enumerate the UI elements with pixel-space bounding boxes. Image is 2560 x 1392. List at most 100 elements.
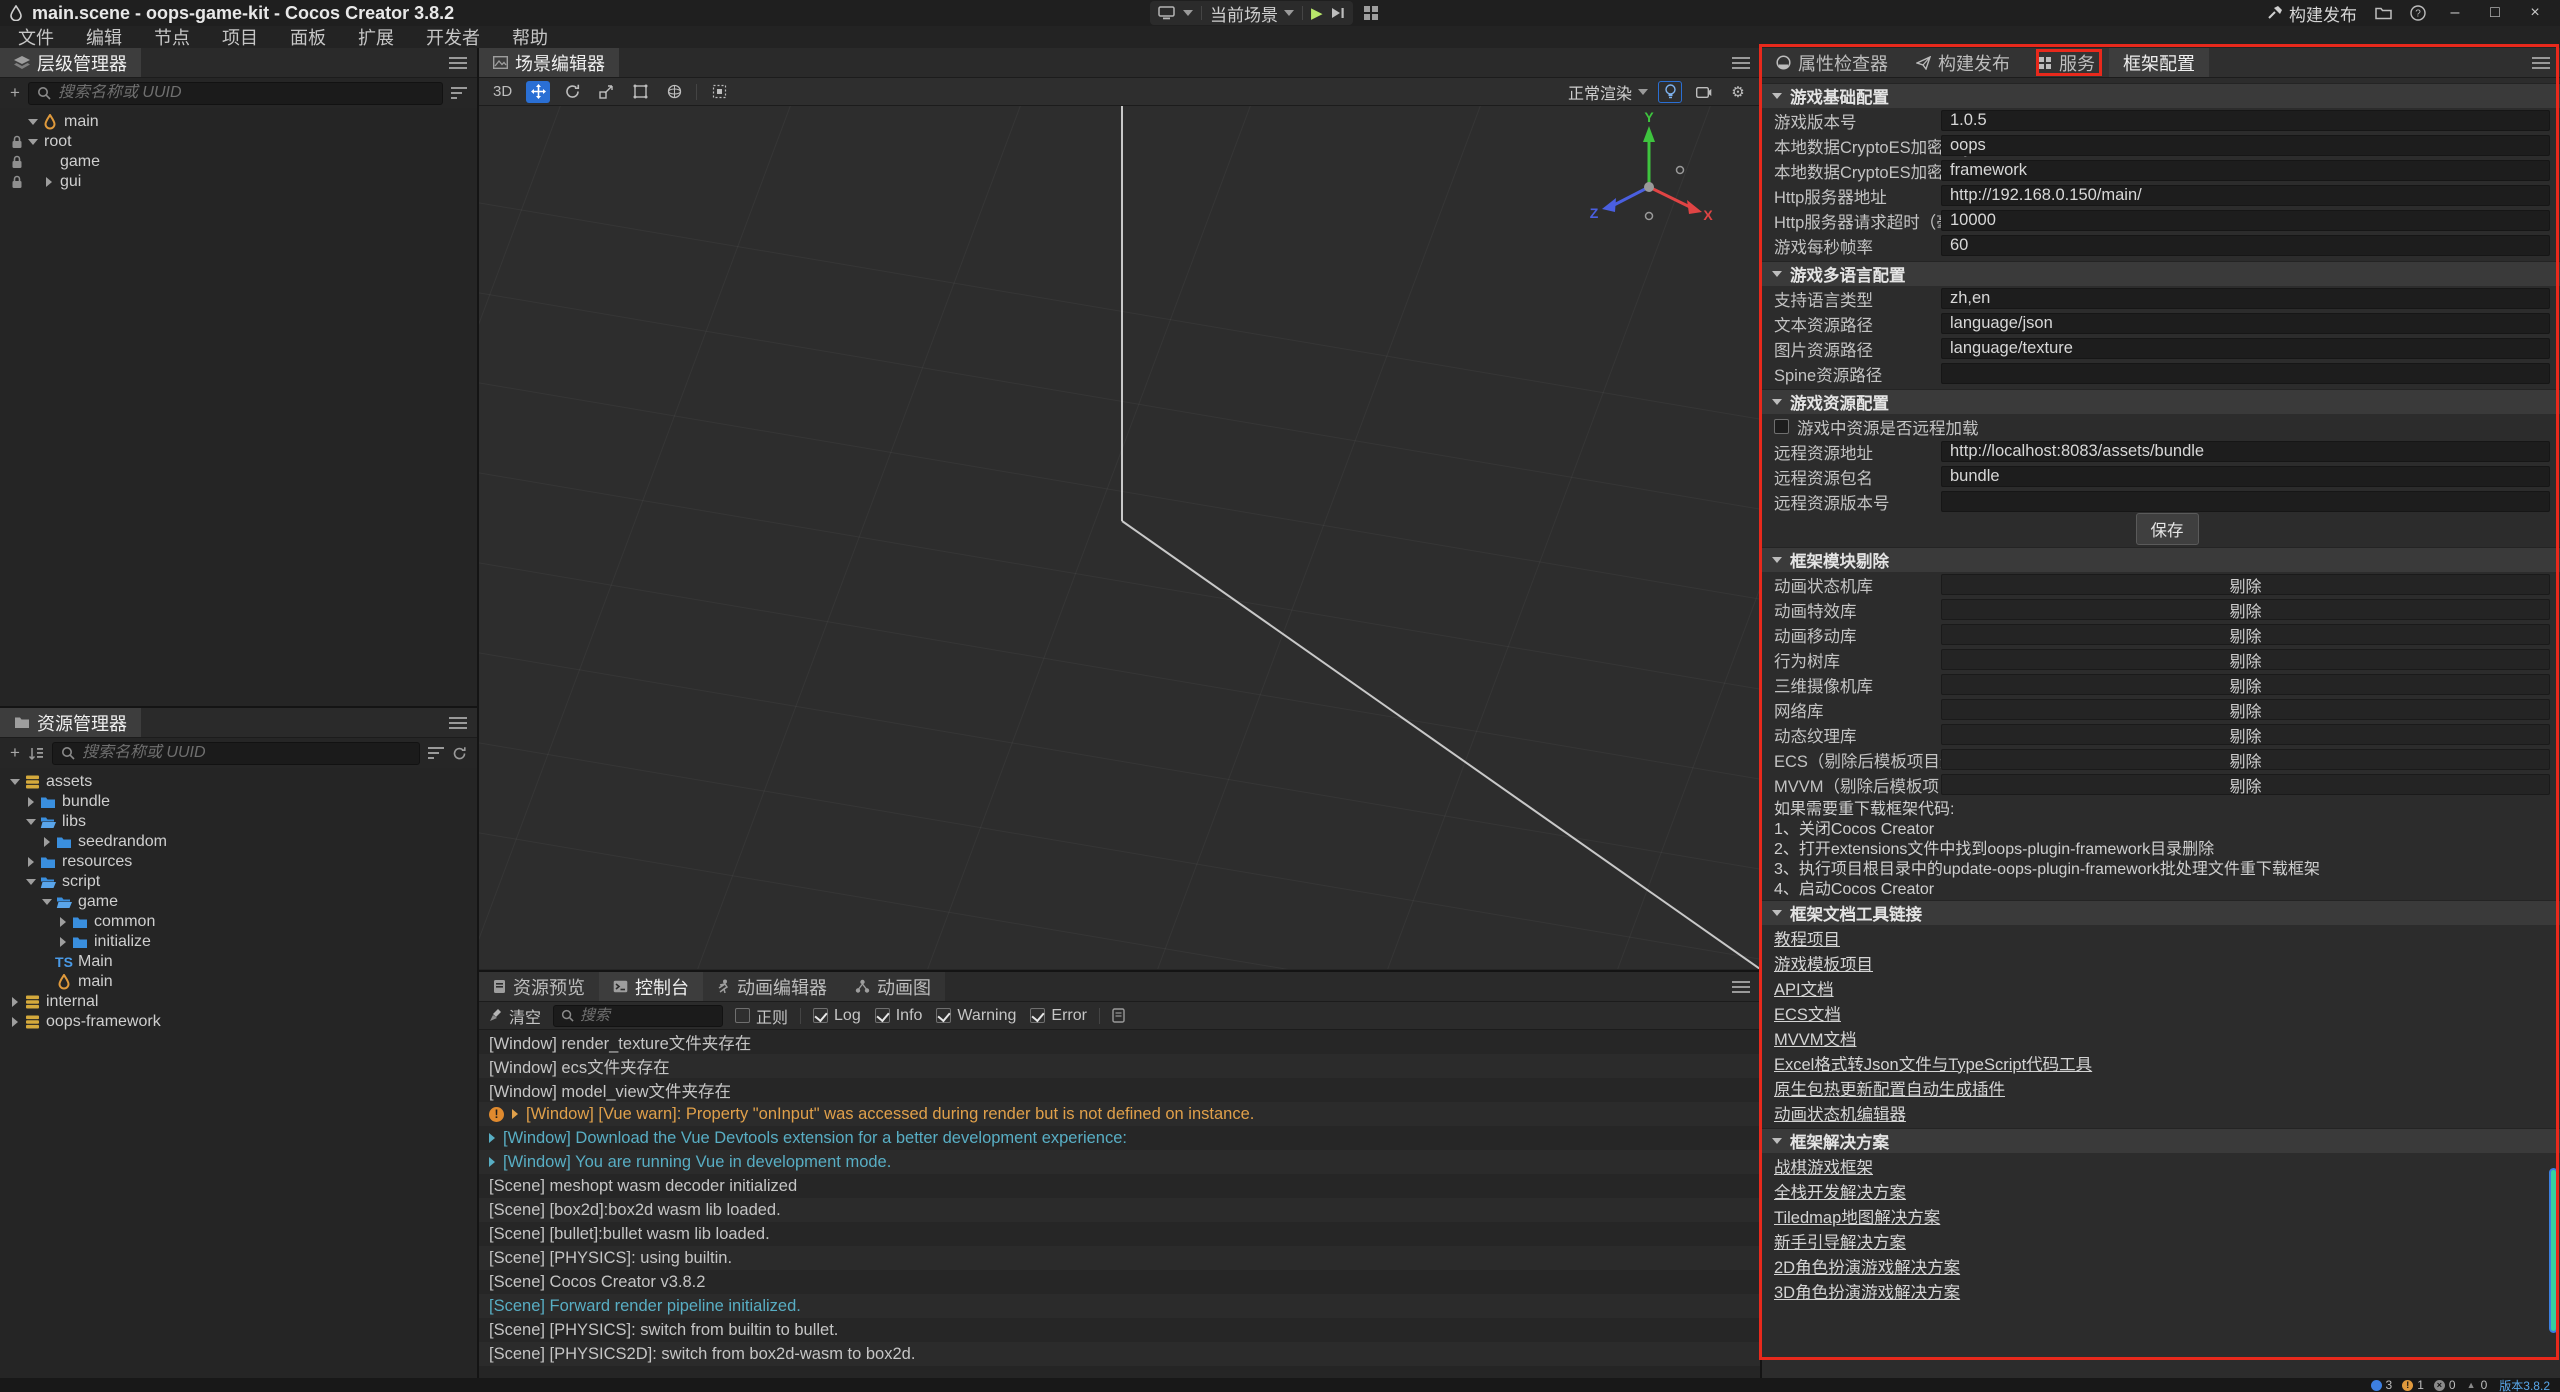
doc-link[interactable]: 原生包热更新配置自动生成插件 — [1774, 1076, 2005, 1100]
sort-icon[interactable] — [28, 747, 44, 760]
chevron-down-icon[interactable] — [24, 819, 38, 825]
chevron-down-icon[interactable] — [26, 119, 40, 125]
menu-item-4[interactable]: 面板 — [278, 24, 338, 50]
chevron-right-icon[interactable] — [24, 797, 38, 807]
menu-item-7[interactable]: 帮助 — [500, 24, 560, 50]
expand-icon[interactable] — [512, 1109, 518, 1119]
doc-link[interactable]: 战棋游戏框架 — [1774, 1154, 1873, 1178]
console-message[interactable]: [Window] render_texture文件夹存在 — [479, 1030, 1760, 1054]
console-message[interactable]: [Scene] Cocos Creator v3.8.2 — [479, 1270, 1760, 1294]
tab-framework-config[interactable]: 框架配置 — [2109, 48, 2209, 77]
assets-tree-row[interactable]: internal — [0, 992, 477, 1012]
tab-inspector-2[interactable]: 服务 — [2024, 48, 2109, 77]
section-header[interactable]: 框架文档工具链接 — [1762, 900, 2560, 925]
assets-tree-row[interactable]: script — [0, 872, 477, 892]
hierarchy-tree-row[interactable]: root — [0, 132, 477, 152]
remote-load-checkbox[interactable] — [1774, 419, 1789, 434]
scale-tool-button[interactable] — [594, 81, 618, 103]
section-header[interactable]: 游戏基础配置 — [1762, 83, 2560, 108]
assets-tree-row[interactable]: libs — [0, 812, 477, 832]
config-input[interactable] — [1941, 338, 2550, 359]
doc-link[interactable]: MVVM文档 — [1774, 1026, 1857, 1050]
doc-link[interactable]: 新手引导解决方案 — [1774, 1229, 1906, 1253]
section-header[interactable]: 游戏资源配置 — [1762, 389, 2560, 414]
console-message[interactable]: [Scene] [PHYSICS]: switch from builtin t… — [479, 1318, 1760, 1342]
assets-search-input[interactable] — [82, 744, 411, 762]
build-publish-button[interactable]: 构建发布 — [2267, 1, 2357, 26]
hierarchy-tree-row[interactable]: game — [0, 152, 477, 172]
filter-error[interactable]: Error — [1030, 1007, 1087, 1025]
chevron-right-icon[interactable] — [8, 1017, 22, 1027]
chevron-right-icon[interactable] — [40, 837, 54, 847]
remove-button[interactable]: 剔除 — [2229, 598, 2261, 622]
assets-tree-row[interactable]: game — [0, 892, 477, 912]
console-message[interactable]: [Scene] meshopt wasm decoder initialized — [479, 1174, 1760, 1198]
tab-assets[interactable]: 资源管理器 — [0, 708, 141, 737]
filter-checkbox[interactable] — [1030, 1008, 1045, 1023]
filter-warning[interactable]: Warning — [936, 1007, 1016, 1025]
config-input[interactable] — [1941, 210, 2550, 231]
add-node-button[interactable]: + — [10, 83, 20, 103]
chevron-right-icon[interactable] — [56, 917, 70, 927]
add-asset-button[interactable]: + — [10, 743, 20, 763]
doc-link[interactable]: 教程项目 — [1774, 926, 1840, 950]
config-input[interactable] — [1941, 313, 2550, 334]
close-button[interactable]: × — [2524, 4, 2546, 22]
config-input[interactable] — [1941, 110, 2550, 131]
chevron-down-icon[interactable] — [8, 779, 22, 785]
status-notice[interactable]: ▲0 — [2466, 1378, 2488, 1392]
console-message[interactable]: [Scene] [PHYSICS]: using builtin. — [479, 1246, 1760, 1270]
render-mode-dropdown[interactable]: 正常渲染 — [1568, 80, 1648, 104]
play-button[interactable]: ▶ — [1311, 4, 1323, 22]
assets-tree-row[interactable]: TSMain — [0, 952, 477, 972]
console-message[interactable]: [Window] You are running Vue in developm… — [479, 1150, 1760, 1174]
console-message[interactable]: [Scene] [bullet]:bullet wasm lib loaded. — [479, 1222, 1760, 1246]
status-warning[interactable]: !1 — [2402, 1378, 2424, 1392]
doc-link[interactable]: 全栈开发解决方案 — [1774, 1179, 1906, 1203]
tab-console-3[interactable]: 动画图 — [841, 972, 945, 1001]
config-input[interactable] — [1941, 491, 2550, 512]
config-input[interactable] — [1941, 466, 2550, 487]
console-message[interactable]: [Scene] [PHYSICS2D]: switch from box2d-w… — [479, 1342, 1760, 1366]
refresh-icon[interactable] — [452, 746, 467, 761]
doc-link[interactable]: 3D角色扮演游戏解决方案 — [1774, 1279, 1960, 1303]
hierarchy-search-input[interactable] — [58, 84, 434, 102]
doc-link[interactable]: Excel格式转Json文件与TypeScript代码工具 — [1774, 1051, 2092, 1075]
panel-menu-icon[interactable] — [2532, 57, 2550, 69]
chevron-right-icon[interactable] — [24, 857, 38, 867]
save-button[interactable]: 保存 — [2136, 513, 2199, 545]
light-toggle-button[interactable] — [1658, 81, 1682, 103]
filter-icon[interactable] — [451, 87, 467, 99]
config-input[interactable] — [1941, 441, 2550, 462]
section-header[interactable]: 框架模块剔除 — [1762, 547, 2560, 572]
chevron-down-icon[interactable] — [40, 899, 54, 905]
section-header[interactable]: 游戏多语言配置 — [1762, 261, 2560, 286]
regex-checkbox[interactable] — [735, 1008, 750, 1023]
remove-button[interactable]: 剔除 — [2229, 773, 2261, 797]
doc-link[interactable]: 2D角色扮演游戏解决方案 — [1774, 1254, 1960, 1278]
doc-link[interactable]: 动画状态机编辑器 — [1774, 1101, 1906, 1125]
log-file-icon[interactable] — [1112, 1008, 1125, 1023]
config-checkbox-row[interactable]: 游戏中资源是否远程加载 — [1762, 414, 2560, 439]
minimize-button[interactable]: – — [2444, 4, 2466, 22]
tab-console-0[interactable]: 资源预览 — [479, 972, 599, 1001]
assets-searchbox[interactable] — [52, 742, 420, 765]
move-tool-button[interactable] — [526, 81, 550, 103]
doc-link[interactable]: Tiledmap地图解决方案 — [1774, 1204, 1940, 1228]
scene-select-dropdown[interactable]: 当前场景 — [1210, 1, 1294, 26]
console-search-input[interactable] — [580, 1007, 715, 1024]
layout-grid-icon[interactable] — [1363, 5, 1379, 21]
gizmo-space-button[interactable] — [662, 81, 686, 103]
status-info[interactable]: 3 — [2371, 1378, 2393, 1392]
hierarchy-tree-row[interactable]: main — [0, 112, 477, 132]
config-input[interactable] — [1941, 235, 2550, 256]
status-error[interactable]: ×0 — [2434, 1378, 2456, 1392]
doc-link[interactable]: ECS文档 — [1774, 1001, 1841, 1025]
tab-inspector-1[interactable]: 构建发布 — [1902, 48, 2024, 77]
filter-info[interactable]: Info — [875, 1007, 923, 1025]
scrollbar-thumb[interactable] — [2549, 1168, 2558, 1333]
console-message[interactable]: [Window] ecs文件夹存在 — [479, 1054, 1760, 1078]
assets-tree-row[interactable]: main — [0, 972, 477, 992]
folder-icon[interactable] — [2375, 6, 2392, 20]
console-message[interactable]: [Window] Download the Vue Devtools exten… — [479, 1126, 1760, 1150]
